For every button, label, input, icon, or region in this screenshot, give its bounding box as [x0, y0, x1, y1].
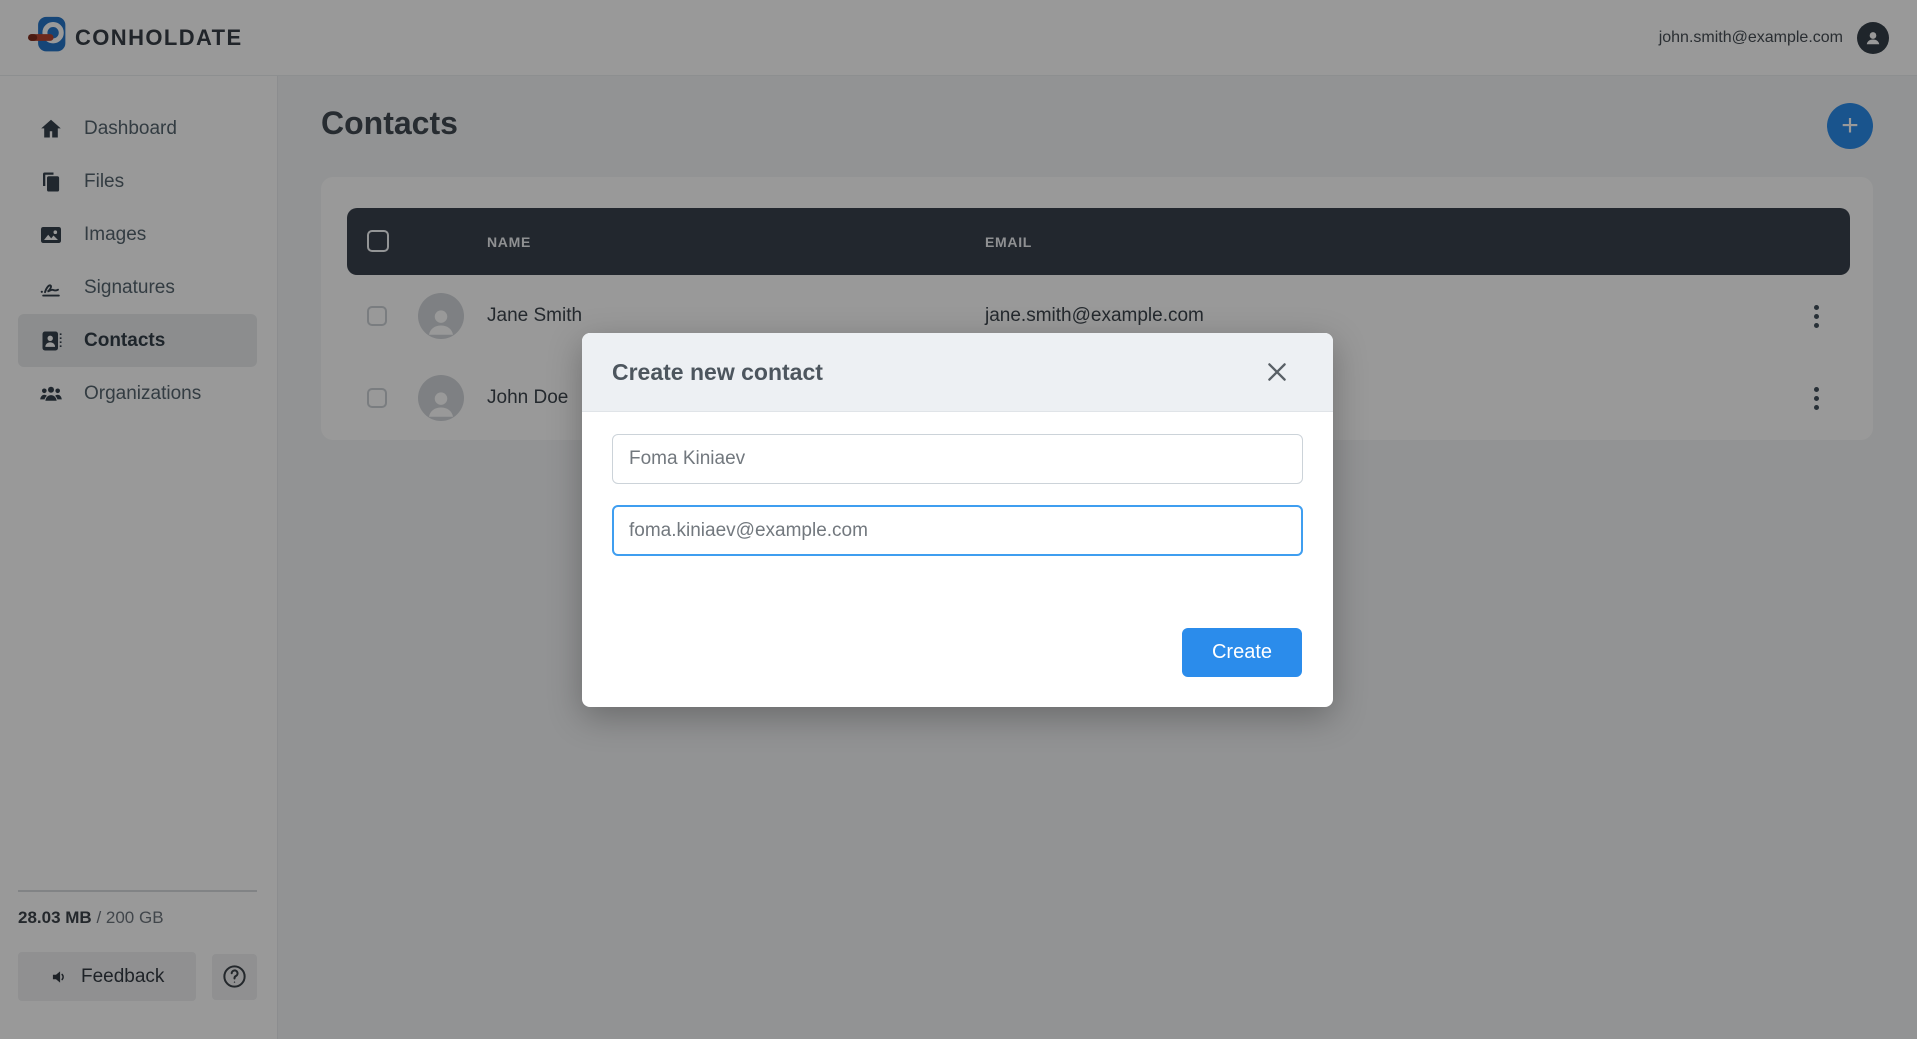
- close-icon: [1264, 359, 1290, 385]
- modal-title: Create new contact: [612, 359, 823, 386]
- contact-email-input[interactable]: [612, 505, 1303, 556]
- create-contact-modal: Create new contact Create: [582, 333, 1333, 707]
- contact-name-input[interactable]: [612, 434, 1303, 484]
- modal-header: Create new contact: [582, 333, 1333, 412]
- create-button[interactable]: Create: [1182, 628, 1302, 677]
- close-button[interactable]: [1261, 356, 1293, 388]
